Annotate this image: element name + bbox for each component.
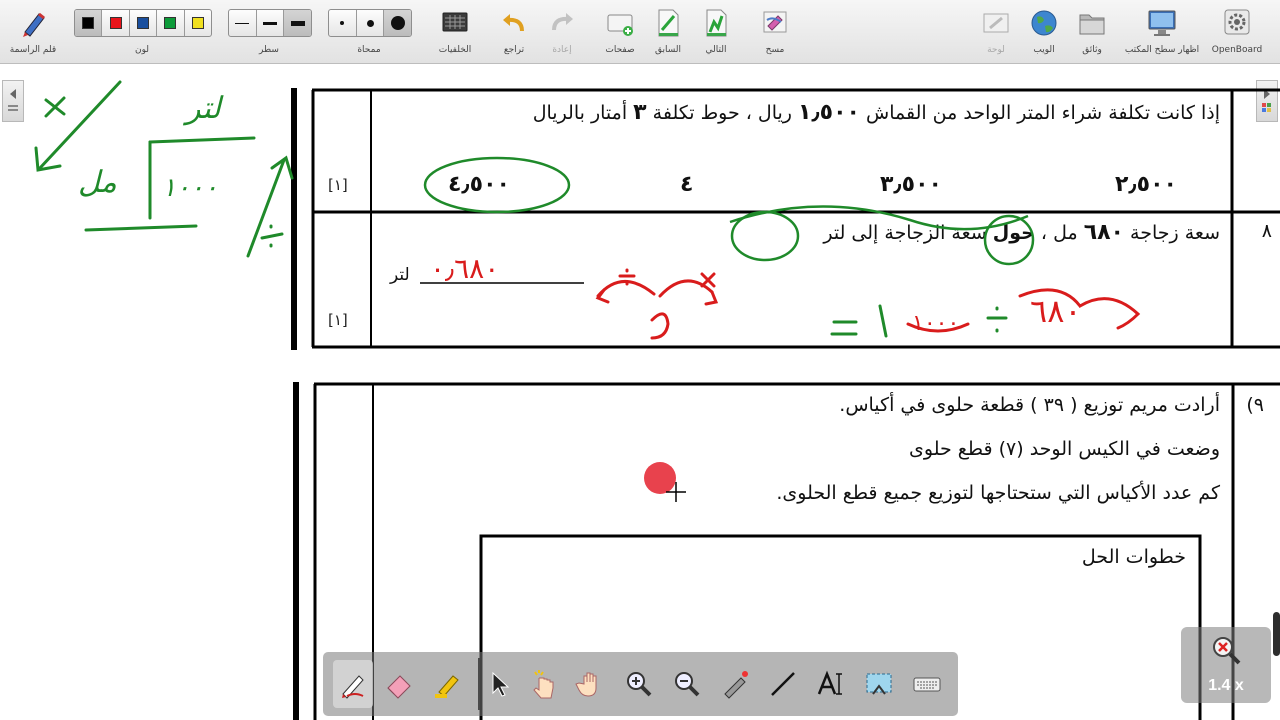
pen-tool-icon — [342, 675, 364, 699]
q8-text-b: مل ، — [1040, 222, 1078, 244]
laser-pointer-tool-button[interactable] — [715, 660, 755, 708]
q7-option-3: ٣٫٥٠٠ — [880, 172, 942, 197]
q8-value: ٦٨٠ — [1083, 220, 1124, 245]
zoom-out-icon — [675, 672, 700, 697]
marker-tool-icon — [435, 675, 459, 698]
q9-line-2: وضعت في الكيس الوحد (٧) قطع حلوى — [909, 438, 1220, 460]
q8-text-a: سعة زجاجة — [1130, 222, 1220, 244]
laser-pointer-icon — [724, 671, 748, 699]
q7-count: ٣ — [633, 100, 647, 125]
q8-unit: لتر — [390, 265, 410, 285]
q7-option-1: ٤٫٥٠٠ — [448, 172, 510, 197]
text-tool-button[interactable] — [811, 660, 851, 708]
line-tool-button[interactable] — [763, 660, 803, 708]
zoom-out-tool-button[interactable] — [667, 660, 707, 708]
text-icon — [817, 670, 842, 695]
q7-text2: ريال ، حوط تكلفة — [652, 102, 792, 124]
zoom-in-icon — [627, 672, 652, 697]
hand-icon — [575, 672, 597, 697]
q9-number: ٩) — [1246, 394, 1264, 416]
capture-icon — [866, 673, 892, 695]
eraser-tool-icon — [387, 675, 411, 699]
q8-number: ٨ — [1261, 220, 1272, 242]
line-icon — [771, 672, 795, 696]
tool-palette — [323, 652, 958, 716]
q9-line-3: كم عدد الأكياس التي ستحتاجها لتوزيع جميع… — [776, 482, 1220, 504]
q8-mark: [١] — [328, 311, 348, 329]
capture-tool-button[interactable] — [859, 660, 899, 708]
q7-text: إذا كانت تكلفة شراء المتر الواحد من القم… — [866, 102, 1220, 124]
zoom-level-label: 1.4 x — [1208, 677, 1244, 694]
q7-option-2: ٤ — [680, 172, 694, 197]
q9-steps-label: خطوات الحل — [1081, 546, 1186, 568]
q7-text3: أمتار بالريال — [532, 102, 628, 124]
eraser-tool-button[interactable] — [379, 660, 419, 708]
selector-tool-button[interactable] — [479, 660, 519, 708]
q8-question-line: سعة زجاجة ٦٨٠ مل ، حول سعة الزجاجة إلى ل… — [823, 220, 1220, 245]
q8-bold-word: حول — [992, 222, 1035, 244]
hand-tool-button[interactable] — [571, 660, 611, 708]
q7-mark: [١] — [328, 176, 348, 194]
q9-line-1: أرادت مريم توزيع ( ٣٩ ) قطعة حلوى في أكي… — [839, 394, 1220, 416]
keyboard-tool-button[interactable] — [907, 660, 947, 708]
q7-price: ١٫٥٠٠ — [798, 100, 860, 125]
keyboard-icon — [913, 677, 941, 692]
pointing-hand-icon — [533, 670, 554, 699]
zoom-in-tool-button[interactable] — [619, 660, 659, 708]
q7-option-4: ٢٫٥٠٠ — [1115, 172, 1177, 197]
pen-tool-button[interactable] — [333, 660, 373, 708]
q7-question-line: إذا كانت تكلفة شراء المتر الواحد من القم… — [533, 100, 1220, 125]
arrow-cursor-icon — [492, 671, 510, 697]
zoom-reset-icon[interactable] — [1209, 633, 1243, 667]
q8-text-c: سعة الزجاجة إلى لتر — [823, 222, 987, 244]
zoom-indicator-panel: 1.4 x — [1181, 627, 1271, 703]
marker-tool-button[interactable] — [427, 660, 467, 708]
interact-tool-button[interactable] — [523, 660, 563, 708]
